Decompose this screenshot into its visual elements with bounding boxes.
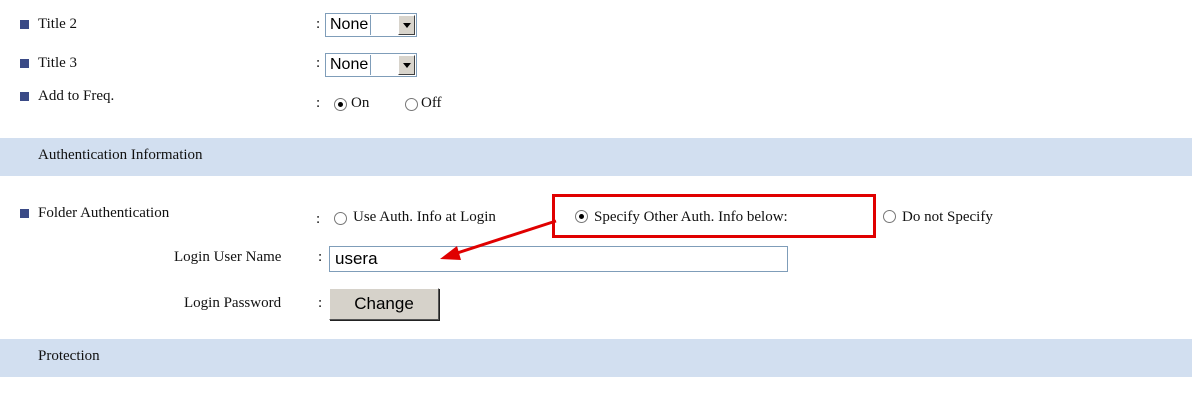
auth-do-not-specify-label[interactable]: Do not Specify (902, 209, 993, 226)
title3-select-value: None (328, 55, 372, 75)
freq-off-label[interactable]: Off (421, 95, 442, 112)
bullet-icon (20, 59, 29, 68)
freq-on-radio[interactable] (334, 98, 347, 111)
title2-select-value: None (328, 15, 372, 35)
add-to-freq-separator: : (316, 95, 321, 111)
login-user-input[interactable]: usera (329, 246, 788, 272)
login-user-label: Login User Name (174, 249, 282, 265)
title3-select[interactable]: None (325, 53, 417, 77)
section-auth-header: Authentication Information (0, 138, 1192, 176)
section-auth-title: Authentication Information (38, 147, 203, 163)
section-protection-title: Protection (38, 348, 100, 364)
title2-separator: : (316, 16, 321, 32)
auth-use-login-label[interactable]: Use Auth. Info at Login (353, 209, 496, 226)
change-password-button[interactable]: Change (329, 288, 439, 320)
auth-use-login-radio[interactable] (334, 212, 347, 225)
title3-label: Title 3 (38, 55, 78, 71)
freq-on-label[interactable]: On (351, 95, 369, 112)
bullet-icon (20, 92, 29, 101)
login-user-separator: : (318, 249, 323, 265)
login-password-separator: : (318, 295, 323, 311)
login-password-label: Login Password (184, 295, 282, 311)
title2-label: Title 2 (38, 16, 78, 32)
section-protection-header: Protection (0, 339, 1192, 377)
add-to-freq-label: Add to Freq. (38, 88, 115, 104)
title2-select[interactable]: None (325, 13, 417, 37)
title3-separator: : (316, 55, 321, 71)
bullet-icon (20, 20, 29, 29)
auth-do-not-specify-radio[interactable] (883, 210, 896, 223)
folder-auth-label: Folder Authentication (38, 205, 170, 221)
chevron-down-icon[interactable] (398, 55, 415, 75)
freq-off-radio[interactable] (405, 98, 418, 111)
annotation-highlight-box (552, 194, 876, 238)
chevron-down-icon[interactable] (398, 15, 415, 35)
folder-auth-separator: : (316, 211, 321, 227)
bullet-icon (20, 209, 29, 218)
